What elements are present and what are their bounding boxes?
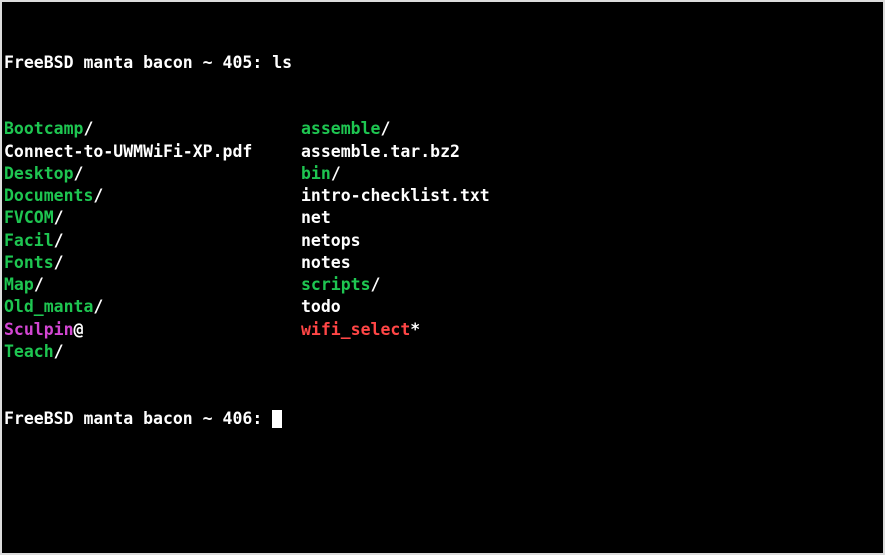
file-entry: wifi_select [301,320,410,339]
file-entry: Old_manta [4,297,93,316]
ls-col1: Desktop/ [4,163,301,185]
ls-row: Old_manta/todo [4,296,881,318]
file-type-indicator: / [331,164,341,183]
ls-col1: Map/ [4,274,301,296]
file-type-indicator: / [54,253,64,272]
file-type-indicator: / [83,119,93,138]
file-entry: bin [301,164,331,183]
ls-col2: bin/ [301,163,341,185]
prompt-line-1: FreeBSD manta bacon ~ 405: ls [4,52,881,74]
ls-col2: assemble.tar.bz2 [301,141,460,163]
file-entry: assemble.tar.bz2 [301,142,460,161]
ls-col1: Teach/ [4,341,301,363]
file-entry: net [301,208,331,227]
file-entry: FVCOM [4,208,54,227]
ls-row: Sculpin@wifi_select* [4,319,881,341]
ls-col1: Sculpin@ [4,319,301,341]
ls-row: Connect-to-UWMWiFi-XP.pdf assemble.tar.bz… [4,141,881,163]
file-entry: todo [301,297,341,316]
ls-row: Bootcamp/assemble/ [4,118,881,140]
file-entry: Fonts [4,253,54,272]
terminal-window[interactable]: FreeBSD manta bacon ~ 405: ls Bootcamp/a… [2,2,883,553]
file-type-indicator: / [54,208,64,227]
file-entry: Documents [4,186,93,205]
file-entry: Bootcamp [4,119,83,138]
file-entry: intro-checklist.txt [301,186,490,205]
ls-output: Bootcamp/assemble/Connect-to-UWMWiFi-XP.… [4,118,881,363]
file-type-indicator: / [93,186,103,205]
ls-row: Map/scripts/ [4,274,881,296]
ls-col1: Connect-to-UWMWiFi-XP.pdf [4,141,301,163]
file-entry: Connect-to-UWMWiFi-XP.pdf [4,142,252,161]
ls-col1: FVCOM/ [4,207,301,229]
ls-col2: todo [301,296,341,318]
ls-col1: Fonts/ [4,252,301,274]
file-type-indicator: / [74,164,84,183]
ls-row: Teach/ [4,341,881,363]
file-type-indicator: / [54,342,64,361]
ls-row: Facil/netops [4,230,881,252]
ls-col2: intro-checklist.txt [301,185,490,207]
file-entry: Teach [4,342,54,361]
file-entry: Facil [4,231,54,250]
file-type-indicator: / [54,231,64,250]
ls-col1: Facil/ [4,230,301,252]
ls-col2: netops [301,230,361,252]
file-type-indicator: @ [74,320,84,339]
file-type-indicator: / [380,119,390,138]
shell-prompt: FreeBSD manta bacon ~ 405: [4,52,272,74]
ls-col2: wifi_select* [301,319,420,341]
file-entry: Map [4,275,34,294]
ls-row: Documents/intro-checklist.txt [4,185,881,207]
ls-col2: notes [301,252,351,274]
ls-row: Fonts/notes [4,252,881,274]
ls-col2: assemble/ [301,118,390,140]
file-entry: notes [301,253,351,272]
file-entry: Desktop [4,164,74,183]
ls-col2: scripts/ [301,274,380,296]
file-type-indicator: / [93,297,103,316]
command-text: ls [272,52,292,74]
file-type-indicator: / [371,275,381,294]
ls-row: Desktop/bin/ [4,163,881,185]
ls-col1: Documents/ [4,185,301,207]
ls-col1: Bootcamp/ [4,118,301,140]
file-type-indicator: * [410,320,420,339]
prompt-line-2: FreeBSD manta bacon ~ 406: [4,408,881,430]
file-entry: scripts [301,275,371,294]
file-type-indicator: / [34,275,44,294]
file-entry: netops [301,231,361,250]
ls-col1: Old_manta/ [4,296,301,318]
file-entry: assemble [301,119,380,138]
cursor[interactable] [272,410,282,428]
shell-prompt: FreeBSD manta bacon ~ 406: [4,408,272,430]
file-entry: Sculpin [4,320,74,339]
ls-col2: net [301,207,331,229]
ls-row: FVCOM/net [4,207,881,229]
